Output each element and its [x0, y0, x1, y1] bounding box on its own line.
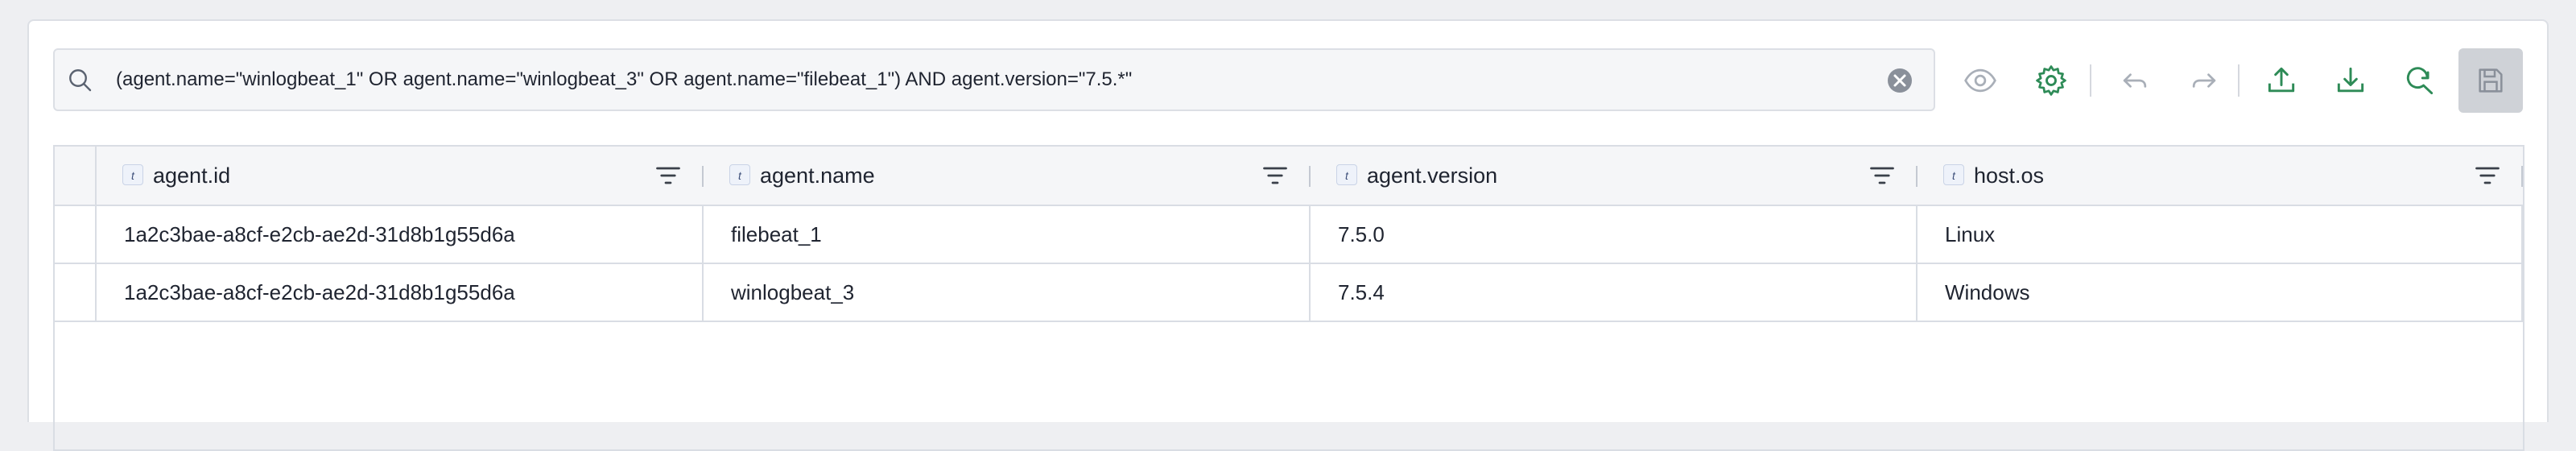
toolbar-separator	[2238, 64, 2240, 97]
search-bar[interactable]: (agent.name="winlogbeat_1" OR agent.name…	[53, 48, 1935, 111]
table-cell[interactable]: filebeat_1	[704, 206, 1311, 263]
column-header-host-os[interactable]: t host.os	[1918, 147, 2523, 205]
row-select-header[interactable]	[55, 147, 97, 205]
column-header-agent-name[interactable]: t agent.name	[704, 147, 1311, 205]
table-cell[interactable]: Linux	[1918, 206, 2523, 263]
search-icon	[69, 69, 92, 92]
column-header-agent-version[interactable]: t agent.version	[1311, 147, 1918, 205]
text-type-icon: t	[1336, 164, 1357, 185]
column-label: agent.version	[1367, 163, 1498, 188]
redo-icon[interactable]	[2186, 63, 2222, 98]
column-label: host.os	[1974, 163, 2045, 188]
table-row[interactable]: 1a2c3bae-a8cf-e2cb-ae2d-31d8b1g55d6a win…	[55, 264, 2523, 322]
query-panel: (agent.name="winlogbeat_1" OR agent.name…	[27, 19, 2549, 451]
save-button[interactable]	[2458, 48, 2523, 113]
table-cell[interactable]: winlogbeat_3	[704, 264, 1311, 321]
row-select[interactable]	[55, 264, 97, 321]
column-label: agent.id	[153, 163, 231, 188]
table-cell[interactable]: 1a2c3bae-a8cf-e2cb-ae2d-31d8b1g55d6a	[97, 206, 704, 263]
table-cell[interactable]: 7.5.0	[1311, 206, 1918, 263]
table-cell[interactable]: 7.5.4	[1311, 264, 1918, 321]
column-resize-handle[interactable]	[2521, 166, 2523, 187]
grid-header: t agent.id t agent.name t agent.version …	[55, 147, 2523, 206]
text-type-icon: t	[122, 164, 143, 185]
upload-icon[interactable]	[2264, 63, 2299, 98]
column-label: agent.name	[760, 163, 875, 188]
filter-icon[interactable]	[1261, 161, 1290, 190]
toolbar-separator	[2090, 64, 2091, 97]
text-type-icon: t	[1943, 164, 1964, 185]
table-cell[interactable]: 1a2c3bae-a8cf-e2cb-ae2d-31d8b1g55d6a	[97, 264, 704, 321]
gear-icon[interactable]	[2033, 63, 2069, 98]
search-refresh-icon[interactable]	[2402, 63, 2438, 98]
download-icon[interactable]	[2333, 63, 2368, 98]
clear-icon[interactable]	[1885, 66, 1914, 95]
column-header-agent-id[interactable]: t agent.id	[97, 147, 704, 205]
eye-icon[interactable]	[1963, 63, 1998, 98]
save-icon	[2479, 68, 2503, 93]
filter-icon[interactable]	[1868, 161, 1897, 190]
search-input[interactable]: (agent.name="winlogbeat_1" OR agent.name…	[116, 50, 1877, 110]
table-row[interactable]: 1a2c3bae-a8cf-e2cb-ae2d-31d8b1g55d6a fil…	[55, 206, 2523, 264]
table-cell[interactable]: Windows	[1918, 264, 2523, 321]
text-type-icon: t	[729, 164, 750, 185]
filter-icon[interactable]	[654, 161, 683, 190]
filter-icon[interactable]	[2473, 161, 2502, 190]
row-select[interactable]	[55, 206, 97, 263]
results-grid: t agent.id t agent.name t agent.version …	[53, 145, 2524, 451]
undo-icon[interactable]	[2117, 63, 2153, 98]
